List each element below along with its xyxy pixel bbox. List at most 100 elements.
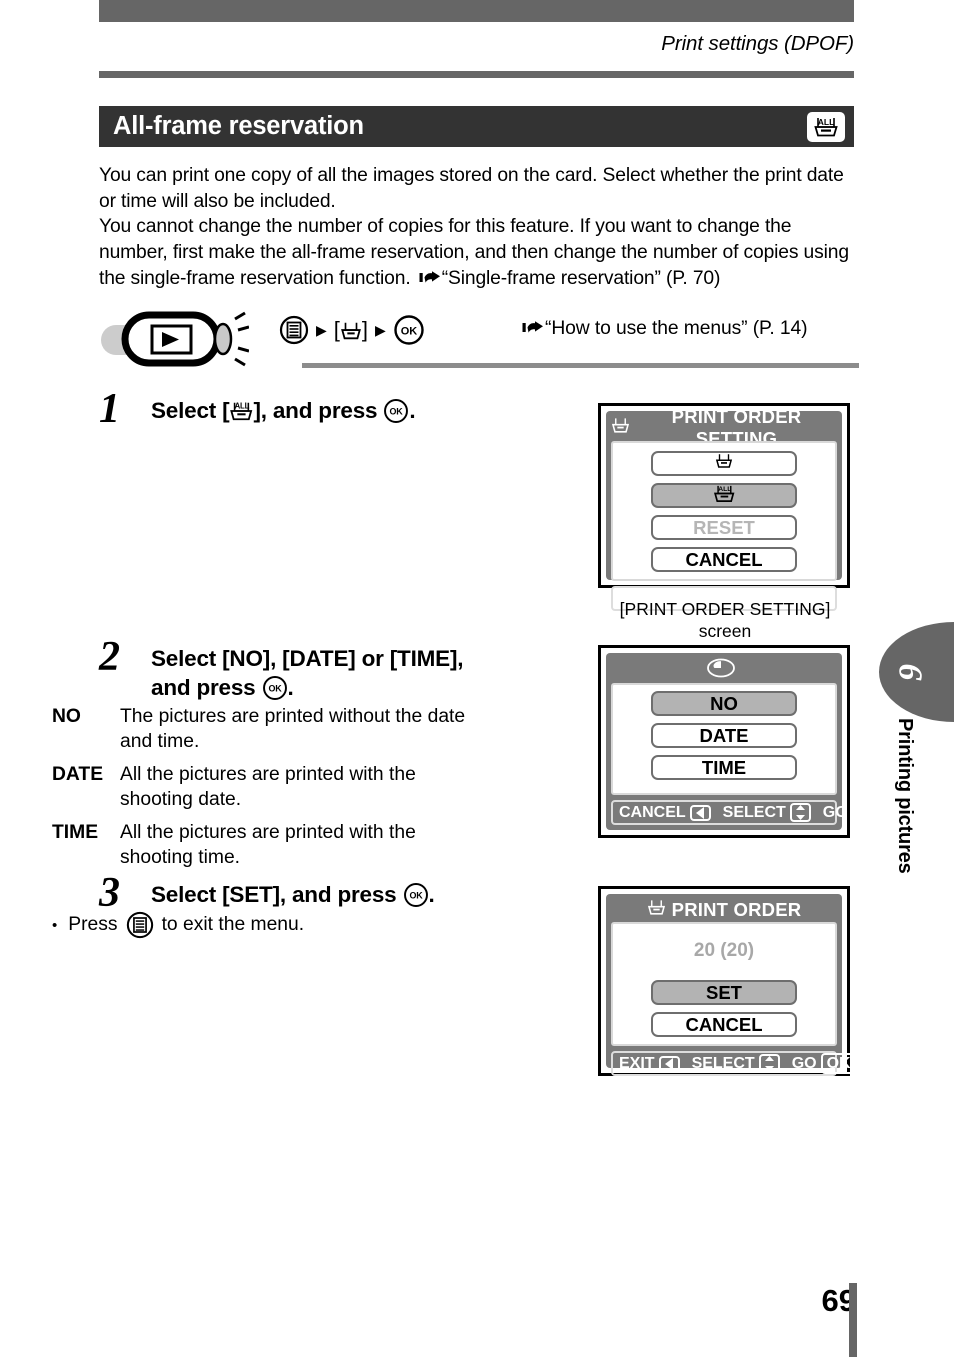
ok-button-icon: OK (393, 314, 425, 346)
lcd-option-all-frame[interactable]: ALL (651, 483, 797, 508)
svg-text:OK: OK (401, 326, 418, 338)
status-exit-label: EXIT (619, 1054, 655, 1072)
print-menu-token: [ ] (334, 317, 368, 343)
lcd-inner: NO DATE TIME CANCEL SELECT GO OK (606, 653, 888, 830)
navrow-underline (302, 363, 859, 368)
lcd-status-bar: EXIT SELECT GO OK (611, 1051, 857, 1076)
svg-text:OK: OK (268, 684, 282, 694)
print-count: 20 (20) (693, 940, 755, 961)
printer-all-icon: ALL (229, 398, 253, 423)
caption-line-2: screen (698, 621, 752, 641)
lcd-option-list: ALL RESET CANCEL (611, 441, 837, 581)
updown-icon (758, 1054, 780, 1073)
lcd-inner: PRINT ORDER SETTING ALL RESET CANCEL SEL… (606, 406, 842, 611)
svg-text:OK: OK (390, 407, 404, 417)
bracket-close: ] (361, 317, 369, 342)
svg-text:ALL: ALL (718, 485, 731, 492)
step-2-heading-line1: Select [NO], [DATE] or [TIME], (151, 646, 464, 671)
intro-text: You can print one copy of all the images… (99, 163, 859, 294)
left-arrow-icon (658, 1055, 680, 1072)
menu-path: ▶ [ ] ▶ OK (279, 314, 425, 346)
printer-all-icon: ALL (713, 483, 735, 509)
definition-row: NO The pictures are printed without the … (52, 705, 482, 754)
step-2-number: 2 (99, 634, 120, 680)
step-3-bullet-b: to exit the menu. (161, 914, 305, 935)
definition-desc: All the pictures are printed with the sh… (120, 822, 416, 868)
intro-paragraph-2: You cannot change the number of copies f… (99, 214, 859, 293)
step-1-number: 1 (99, 386, 120, 432)
step-3-heading-a: Select [SET], and press (151, 882, 403, 907)
svg-text:ALL: ALL (235, 401, 250, 410)
section-title-bar: All-frame reservation ALL (99, 106, 854, 147)
lcd-screen-1-caption: [PRINT ORDER SETTING] screen (590, 598, 860, 642)
left-arrow-icon (689, 804, 711, 821)
step-3-number: 3 (99, 870, 120, 916)
caption-line-1: [PRINT ORDER SETTING] (619, 599, 831, 619)
definition-row: TIME All the pictures are printed with t… (52, 821, 482, 870)
step-2-heading-line2a: and press (151, 675, 262, 700)
menus-crossref: “How to use the menus” (P. 14) (519, 318, 808, 342)
path-arrow-1: ▶ (316, 322, 327, 338)
svg-text:ALL: ALL (818, 117, 835, 127)
step-3-bullet-a: Press (68, 914, 118, 935)
step-3-heading: Select [SET], and press OK. (151, 880, 571, 909)
status-go-label: GO (791, 1054, 817, 1072)
lcd-title: PRINT ORDER SETTING (611, 406, 837, 449)
lcd-title-text: PRINT ORDER (671, 899, 802, 920)
ok-key: OK (820, 1053, 857, 1074)
header-gray-bar (99, 0, 854, 22)
definition-term: NO (52, 706, 81, 727)
ok-button-icon: OK (262, 675, 288, 700)
lcd-title (611, 657, 837, 683)
lcd-option-cancel[interactable]: CANCEL (651, 1012, 797, 1037)
lcd-title: PRINT ORDER (611, 898, 837, 922)
lcd-option-date[interactable]: DATE (651, 723, 797, 748)
step-1-heading-b: ], and press (253, 398, 384, 423)
menu-button-icon (279, 315, 309, 345)
definition-desc: All the pictures are printed with the sh… (120, 764, 416, 810)
status-select-label: SELECT (691, 1054, 755, 1072)
step-2-definitions: NO The pictures are printed without the … (52, 705, 482, 879)
footer-rule (849, 1283, 857, 1357)
status-exit: EXIT (619, 1055, 680, 1073)
lcd-option-no[interactable]: NO (651, 691, 797, 716)
printer-icon (715, 452, 733, 475)
lcd-screen-date-time: NO DATE TIME CANCEL SELECT GO OK (598, 645, 888, 838)
definition-row: DATE All the pictures are printed with t… (52, 763, 482, 812)
pointing-hand-icon (522, 320, 544, 342)
definition-term: DATE (52, 764, 104, 785)
printer-icon (611, 416, 630, 440)
chapter-label: Printing pictures (894, 718, 916, 874)
status-cancel-label: CANCEL (619, 803, 686, 821)
lcd-option-single-frame[interactable] (651, 451, 797, 476)
lcd-option-set[interactable]: SET (651, 980, 797, 1005)
ok-key: OK (851, 802, 888, 823)
chapter-tab: 6 (879, 622, 954, 722)
playback-button-icon (99, 309, 250, 372)
updown-icon (789, 803, 811, 822)
pointing-hand-icon (419, 268, 441, 294)
bullet-dot: • (52, 916, 58, 934)
step-1-heading-c: . (409, 398, 416, 423)
intro-crossref: “Single-frame reservation” (P. 70) (441, 267, 721, 289)
lcd-option-list: NO DATE TIME (611, 683, 837, 795)
header-rule (99, 71, 854, 78)
step-2-heading: Select [NO], [DATE] or [TIME], and press… (151, 644, 571, 702)
ok-button-icon: OK (403, 882, 429, 907)
printer-icon (647, 898, 666, 922)
printer-all-icon: ALL (807, 111, 845, 142)
running-head: Print settings (DPOF) (661, 32, 854, 55)
ok-button-icon: OK (383, 398, 409, 423)
step-3-heading-b: . (428, 882, 435, 907)
status-go: GO OK (792, 1053, 857, 1074)
step-1-heading: Select [ALL], and press OK. (151, 396, 571, 425)
intro-paragraph-1: You can print one copy of all the images… (99, 165, 844, 212)
lcd-option-reset[interactable]: RESET (651, 515, 797, 540)
lcd-status-bar: CANCEL SELECT GO OK (611, 800, 888, 825)
definition-desc: The pictures are printed without the dat… (120, 706, 466, 752)
lcd-option-cancel[interactable]: CANCEL (651, 547, 797, 572)
status-select: SELECT (723, 803, 811, 822)
lcd-option-time[interactable]: TIME (651, 755, 797, 780)
lcd-inner: PRINT ORDER 20 (20) SET CANCEL EXIT SELE… (606, 894, 857, 1076)
chapter-number: 6 (891, 663, 929, 681)
